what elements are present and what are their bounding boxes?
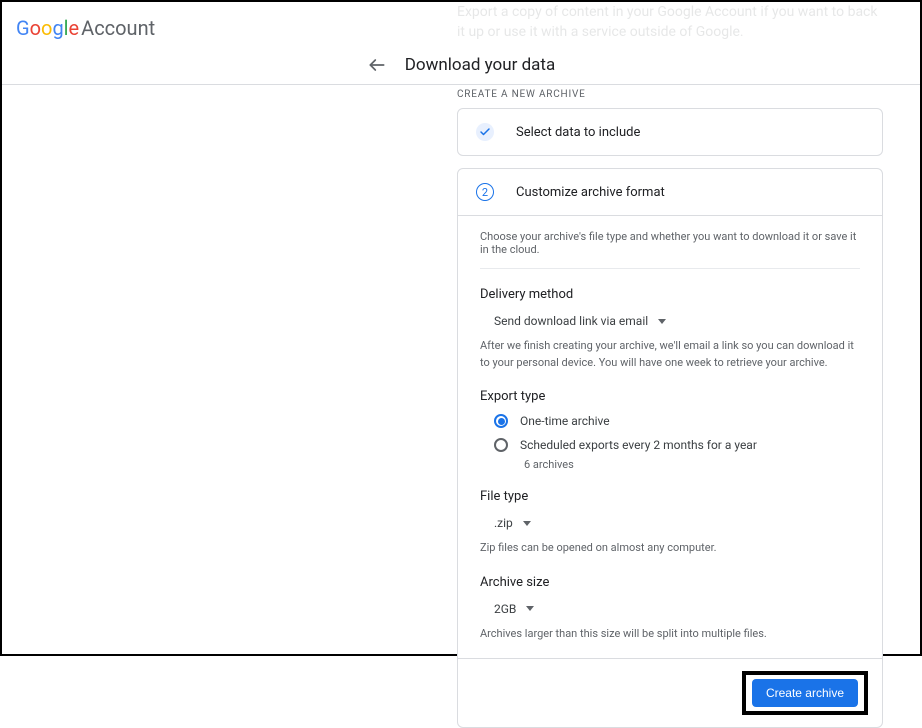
step-2-card: 2 Customize archive format Choose your a… (457, 168, 883, 728)
page-title: Download your data (405, 55, 556, 75)
archive-size-help: Archives larger than this size will be s… (480, 626, 860, 643)
file-type-value: .zip (494, 516, 513, 530)
export-type-scheduled[interactable]: Scheduled exports every 2 months for a y… (480, 438, 860, 452)
step-2-footer: Create archive (458, 658, 882, 727)
back-arrow-icon[interactable] (367, 55, 387, 75)
step-1-title: Select data to include (516, 125, 640, 140)
delivery-method-value: Send download link via email (494, 314, 648, 328)
step-1-card[interactable]: Select data to include (457, 108, 883, 156)
export-type-scheduled-sub: 6 archives (480, 458, 860, 471)
step-2-header[interactable]: 2 Customize archive format (458, 169, 882, 215)
check-icon (476, 123, 494, 141)
google-account-logo: GoogleAccount (16, 16, 155, 40)
file-type-help: Zip files can be opened on almost any co… (480, 540, 860, 557)
export-type-option-label: One-time archive (520, 414, 610, 428)
file-type-select[interactable]: .zip (480, 514, 531, 532)
create-archive-button[interactable]: Create archive (752, 679, 858, 707)
export-type-one-time[interactable]: One-time archive (480, 414, 860, 428)
archive-size-value: 2GB (494, 602, 516, 616)
file-type-label: File type (480, 489, 860, 504)
step-2-intro: Choose your archive's file type and whet… (480, 230, 860, 269)
section-caption: CREATE A NEW ARCHIVE (457, 89, 883, 100)
step-2-title: Customize archive format (516, 185, 665, 200)
archive-size-select[interactable]: 2GB (480, 600, 534, 618)
create-archive-highlight: Create archive (742, 671, 868, 715)
archive-size-label: Archive size (480, 575, 860, 590)
delivery-method-label: Delivery method (480, 287, 860, 302)
step-number-badge: 2 (476, 183, 494, 201)
radio-icon (494, 414, 508, 428)
main-column: CREATE A NEW ARCHIVE Select data to incl… (457, 79, 883, 728)
chevron-down-icon (658, 319, 666, 324)
export-type-option-label: Scheduled exports every 2 months for a y… (520, 438, 757, 452)
export-type-label: Export type (480, 389, 860, 404)
delivery-method-select[interactable]: Send download link via email (480, 312, 666, 330)
header-divider (2, 84, 920, 85)
delivery-method-help: After we finish creating your archive, w… (480, 338, 860, 371)
radio-icon (494, 438, 508, 452)
chevron-down-icon (523, 521, 531, 526)
chevron-down-icon (526, 606, 534, 611)
page-header: Download your data (2, 44, 920, 86)
